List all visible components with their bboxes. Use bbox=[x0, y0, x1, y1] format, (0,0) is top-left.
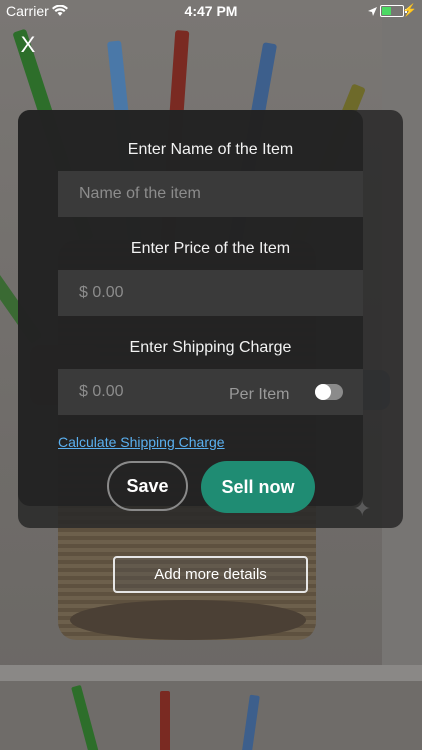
sparkle-icon: ✦ bbox=[353, 496, 372, 521]
jar-base bbox=[70, 600, 306, 640]
toggle-knob[interactable] bbox=[315, 384, 331, 400]
per-item-toggle[interactable] bbox=[315, 384, 343, 400]
close-icon[interactable]: X bbox=[16, 33, 40, 57]
status-bar: Carrier 4:47 PM ⚡ bbox=[0, 0, 422, 22]
item-name-field[interactable] bbox=[58, 171, 363, 217]
calculate-shipping-link[interactable]: Calculate Shipping Charge bbox=[58, 434, 225, 450]
item-price-input[interactable] bbox=[79, 270, 259, 316]
pencil bbox=[160, 691, 170, 750]
pencil bbox=[240, 694, 260, 750]
save-button[interactable]: Save bbox=[107, 461, 188, 511]
next-photo-preview bbox=[0, 681, 422, 750]
sell-now-button[interactable]: Sell now bbox=[201, 461, 315, 513]
add-more-details-button[interactable]: Add more details bbox=[113, 556, 308, 593]
location-arrow-icon bbox=[367, 4, 378, 20]
item-name-input[interactable] bbox=[79, 171, 259, 217]
pencil bbox=[71, 684, 99, 750]
battery-icon bbox=[380, 5, 407, 17]
per-item-label: Per Item bbox=[229, 386, 290, 403]
image-divider bbox=[0, 665, 422, 681]
clock: 4:47 PM bbox=[184, 3, 238, 19]
item-price-field[interactable] bbox=[58, 270, 363, 316]
charging-bolt-icon: ⚡ bbox=[402, 3, 417, 17]
item-name-label: Enter Name of the Item bbox=[127, 141, 294, 158]
item-price-label: Enter Price of the Item bbox=[130, 240, 291, 257]
shipping-charge-label: Enter Shipping Charge bbox=[129, 339, 292, 356]
